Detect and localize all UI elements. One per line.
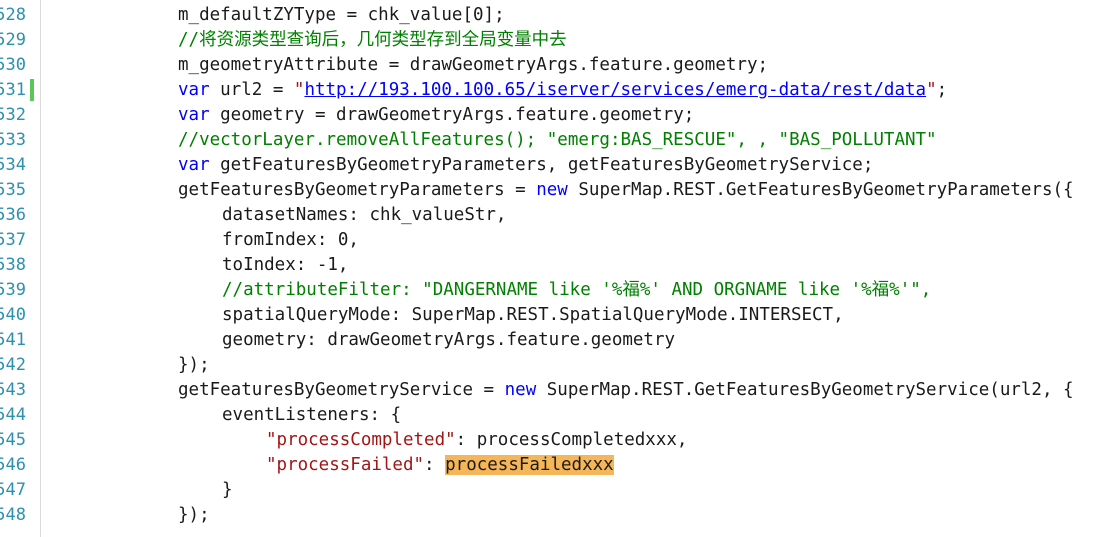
keyword-token: var — [178, 155, 210, 175]
line-code[interactable]: getFeaturesByGeometryParameters = new Su… — [178, 178, 1074, 203]
line-number: 548 — [0, 505, 26, 525]
line-number: 538 — [0, 255, 26, 275]
line-number: 531 — [0, 80, 26, 100]
line-number: 537 — [0, 230, 26, 250]
string-token: " — [926, 80, 937, 100]
code-token: } — [222, 480, 233, 500]
line-code[interactable]: toIndex: -1, — [222, 253, 348, 278]
line-code[interactable]: datasetNames: chk_valueStr, — [222, 203, 506, 228]
line-number: 541 — [0, 330, 26, 350]
line-number: 534 — [0, 155, 26, 175]
line-code[interactable]: var getFeaturesByGeometryParameters, get… — [178, 153, 873, 178]
code-token: SuperMap.REST.GetFeaturesByGeometryServi… — [536, 380, 1074, 400]
code-token: getFeaturesByGeometryService = — [178, 380, 505, 400]
line-code[interactable]: }); — [178, 353, 210, 378]
code-token: m_defaultZYType = chk_value[0]; — [178, 5, 505, 25]
line-code[interactable]: //将资源类型查询后，几何类型存到全局变量中去 — [178, 28, 567, 53]
comment-token: //attributeFilter: "DANGERNAME like '%福%… — [222, 280, 932, 300]
line-number: 546 — [0, 455, 26, 475]
line-number: 529 — [0, 30, 26, 50]
line-code[interactable]: m_geometryAttribute = drawGeometryArgs.f… — [178, 53, 768, 78]
line-number: 536 — [0, 205, 26, 225]
line-number: 543 — [0, 380, 26, 400]
line-code[interactable]: "processCompleted": processCompletedxxx, — [266, 428, 687, 453]
code-token: getFeaturesByGeometryParameters = — [178, 180, 537, 200]
code-token: toIndex: -1, — [222, 255, 349, 275]
line-number: 532 — [0, 105, 26, 125]
code-editor[interactable]: 528 m_defaultZYType = chk_value[0]; 529 //将… — [0, 0, 1120, 537]
code-token: ; — [936, 80, 948, 100]
gutter-separator — [40, 0, 41, 537]
code-token: : processCompletedxxx, — [455, 430, 688, 450]
string-token: " — [293, 80, 305, 100]
string-token: "processFailed" — [266, 455, 425, 475]
line-code[interactable]: var geometry = drawGeometryArgs.feature.… — [178, 103, 694, 128]
line-number: 539 — [0, 280, 26, 300]
code-token: url2 = — [209, 80, 294, 100]
line-code[interactable]: //attributeFilter: "DANGERNAME like '%福%… — [222, 278, 931, 303]
line-number: 528 — [0, 5, 26, 25]
code-token: datasetNames: chk_valueStr, — [222, 205, 507, 225]
code-token: m_geometryAttribute = drawGeometryArgs.f… — [178, 55, 769, 75]
line-code[interactable]: geometry: drawGeometryArgs.feature.geome… — [222, 328, 675, 353]
line-code[interactable]: eventListeners: { — [222, 403, 401, 428]
keyword-token: var — [178, 105, 210, 125]
code-token: eventListeners: { — [222, 405, 402, 425]
code-token: geometry = drawGeometryArgs.feature.geom… — [209, 105, 695, 125]
code-token: geometry: drawGeometryArgs.feature.geome… — [222, 330, 676, 350]
line-code[interactable]: getFeaturesByGeometryService = new Super… — [178, 378, 1074, 403]
line-code[interactable]: //vectorLayer.removeAllFeatures(); "emer… — [178, 128, 937, 153]
line-number: 545 — [0, 430, 26, 450]
code-token: getFeaturesByGeometryParameters, getFeat… — [209, 155, 874, 175]
line-code[interactable]: m_defaultZYType = chk_value[0]; — [178, 3, 505, 28]
code-token: : — [424, 455, 446, 475]
code-token: fromIndex: 0, — [222, 230, 359, 250]
url-link[interactable]: http://193.100.100.65/iserver/services/e… — [304, 80, 926, 100]
keyword-token: var — [178, 80, 210, 100]
comment-token: //vectorLayer.removeAllFeatures(); "emer… — [178, 130, 937, 150]
comment-token: //将资源类型查询后，几何类型存到全局变量中去 — [178, 30, 567, 50]
code-token: SuperMap.REST.GetFeaturesByGeometryParam… — [567, 180, 1074, 200]
line-number: 530 — [0, 55, 26, 75]
line-number: 533 — [0, 130, 26, 150]
line-number: 542 — [0, 355, 26, 375]
line-number: 547 — [0, 480, 26, 500]
line-number: 540 — [0, 305, 26, 325]
line-code[interactable]: var url2 = "http://193.100.100.65/iserve… — [178, 78, 947, 103]
keyword-token: new — [504, 380, 537, 400]
string-token: "processCompleted" — [266, 430, 456, 450]
line-number: 535 — [0, 180, 26, 200]
code-token: spatialQueryMode: SuperMap.REST.SpatialQ… — [222, 305, 844, 325]
code-token: }); — [178, 505, 210, 525]
keyword-token: new — [536, 180, 568, 200]
line-code[interactable]: fromIndex: 0, — [222, 228, 359, 253]
line-number: 544 — [0, 405, 26, 425]
line-code[interactable]: "processFailed": processFailedxxx — [266, 453, 614, 478]
change-marker — [30, 79, 34, 101]
line-code[interactable]: } — [222, 478, 233, 503]
line-code[interactable]: }); — [178, 503, 210, 528]
code-token: }); — [178, 355, 210, 375]
highlighted-token: processFailedxxx — [445, 455, 614, 475]
line-code[interactable]: spatialQueryMode: SuperMap.REST.SpatialQ… — [222, 303, 844, 328]
